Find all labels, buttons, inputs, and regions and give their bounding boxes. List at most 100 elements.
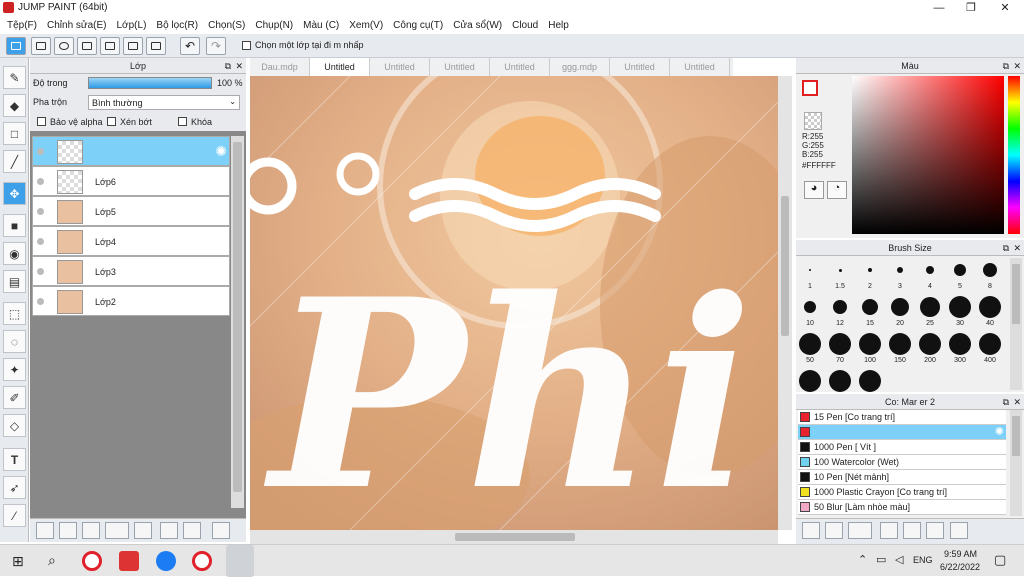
brush-size-dot[interactable] [868, 268, 872, 272]
brush-preset-item[interactable]: 100 Watercolor (Wet) [798, 455, 1006, 470]
tab-untitled[interactable]: Untitled [370, 58, 430, 76]
delete-preset-button[interactable] [950, 522, 968, 539]
scrollbar-thumb[interactable] [1012, 416, 1020, 456]
brush-size-dot[interactable] [949, 296, 971, 318]
app-icon[interactable] [119, 551, 139, 571]
eraser-tool[interactable]: ◆ [3, 94, 26, 117]
maximize-icon[interactable]: ⧉ [1003, 240, 1009, 256]
cloud-button[interactable] [6, 37, 26, 55]
speech-bubble-button[interactable] [54, 37, 74, 55]
menu-color[interactable]: Màu (C) [303, 20, 339, 31]
windows-start-icon[interactable]: ⊞ [12, 553, 24, 570]
import-preset-button[interactable] [880, 522, 898, 539]
brush-size-dot[interactable] [799, 370, 821, 392]
copy-preset-button[interactable] [926, 522, 944, 539]
scrollbar-thumb[interactable] [781, 196, 789, 336]
close-icon[interactable]: ✕ [1013, 58, 1021, 74]
duplicate-layer-button[interactable] [160, 522, 178, 539]
scrollbar-thumb[interactable] [1012, 264, 1020, 324]
visibility-icon[interactable] [37, 268, 44, 275]
gradient-tool[interactable]: ▤ [3, 270, 26, 293]
canvas-vertical-scrollbar[interactable] [778, 76, 792, 530]
brush-size-dot[interactable] [809, 269, 811, 271]
drawing-canvas[interactable]: Phi [250, 76, 778, 530]
search-icon[interactable]: ⌕ [48, 552, 56, 569]
protect-alpha-checkbox[interactable] [37, 117, 46, 126]
hue-slider[interactable] [1008, 76, 1020, 234]
tab-untitled[interactable]: Untitled [430, 58, 490, 76]
layer-item[interactable]: Lớp2 [32, 286, 230, 316]
undo-button[interactable]: ↶ [180, 37, 200, 55]
visibility-icon[interactable] [37, 298, 44, 305]
palette-button[interactable]: ◕ [804, 181, 824, 199]
menu-layer[interactable]: Lớp(L) [117, 20, 147, 31]
gear-icon[interactable]: ✺ [215, 143, 227, 160]
magic-wand-tool[interactable]: ✦ [3, 358, 26, 381]
brush-preset-item[interactable]: 50 Blur [Làm nhòe màu] [798, 500, 1006, 515]
brush-preset-item[interactable]: 1000 Pen [ Vít ] [798, 440, 1006, 455]
minimize-button[interactable]: — [922, 0, 956, 16]
foreground-color-swatch[interactable] [802, 80, 818, 96]
canvas-horizontal-scrollbar[interactable] [250, 530, 778, 544]
brush-size-dot[interactable] [862, 299, 878, 315]
brush-scrollbar[interactable] [1010, 258, 1022, 390]
lock-checkbox[interactable] [178, 117, 187, 126]
scrollbar-thumb[interactable] [233, 142, 242, 492]
rectangle-tool[interactable]: □ [3, 122, 26, 145]
brush-preset-item[interactable]: 10 Pen [Nét mảnh] [798, 470, 1006, 485]
clock-time[interactable]: 9:59 AM [944, 549, 977, 559]
brush-size-dot[interactable] [891, 298, 909, 316]
brush-size-dot[interactable] [859, 370, 881, 392]
brush-size-dot[interactable] [799, 333, 821, 355]
grid-button[interactable] [123, 37, 143, 55]
network-icon[interactable]: ▭ [876, 553, 886, 566]
folder-preset-button[interactable] [903, 522, 921, 539]
blend-select[interactable]: Bình thường ⌄ [88, 95, 240, 110]
brush-size-dot[interactable] [889, 333, 911, 355]
new-preset-button[interactable] [825, 522, 843, 539]
text-tool[interactable]: T [3, 448, 26, 471]
brush-size-dot[interactable] [979, 333, 1001, 355]
new-1bit-layer-button[interactable] [82, 522, 100, 539]
layer-item[interactable]: Lớp5 [32, 196, 230, 226]
brush-size-dot[interactable] [954, 264, 966, 276]
menu-window[interactable]: Cửa sổ(W) [453, 20, 502, 31]
menu-filter[interactable]: Bộ lọc(R) [156, 20, 198, 31]
layer-scrollbar[interactable] [231, 136, 244, 508]
opera-gx-icon[interactable] [192, 551, 212, 571]
rect-select-tool[interactable]: ⬚ [3, 302, 26, 325]
chevron-up-icon[interactable]: ⌃ [858, 553, 867, 566]
visibility-icon[interactable] [37, 238, 44, 245]
select-layer-on-click-option[interactable]: Chọn một lớp tại đi m nhấp [242, 40, 363, 50]
tab-untitled-active[interactable]: Untitled [310, 58, 370, 76]
zalo-icon[interactable] [156, 551, 176, 571]
redo-button[interactable]: ↷ [206, 37, 226, 55]
tab-untitled[interactable]: Untitled [490, 58, 550, 76]
layer-item[interactable]: Lớp6 [32, 166, 230, 196]
layer-item[interactable]: Lớp4 [32, 226, 230, 256]
line-tool[interactable]: ╱ [3, 150, 26, 173]
maximize-icon[interactable]: ⧉ [1003, 58, 1009, 74]
visibility-icon[interactable] [37, 178, 44, 185]
operation-tool[interactable]: ➶ [3, 476, 26, 499]
fill-rect-tool[interactable]: ■ [3, 214, 26, 237]
menu-tools[interactable]: Công cụ(T) [393, 20, 443, 31]
visibility-icon[interactable] [37, 208, 44, 215]
brush-size-dot[interactable] [829, 370, 851, 392]
close-button[interactable]: ✕ [988, 0, 1022, 16]
tab-dau[interactable]: Dau.mdp [250, 58, 310, 76]
export-button[interactable] [31, 37, 51, 55]
clip-checkbox[interactable] [107, 117, 116, 126]
brush-size-dot[interactable] [829, 333, 851, 355]
scrollbar-thumb[interactable] [455, 533, 575, 541]
bucket-tool[interactable]: ◉ [3, 242, 26, 265]
new-8bit-layer-button[interactable] [59, 522, 77, 539]
brush-size-dot[interactable] [919, 333, 941, 355]
brush-preset-item[interactable]: 1000 Plastic Crayon [Co trang trí] [798, 485, 1006, 500]
transparent-swatch[interactable] [804, 112, 822, 130]
marker-scrollbar[interactable] [1010, 410, 1022, 516]
pen-tool[interactable]: ✎ [3, 66, 26, 89]
speaker-icon[interactable]: ◁ [895, 553, 903, 566]
menu-view[interactable]: Xem(V) [349, 20, 383, 31]
menu-capture[interactable]: Chụp(N) [255, 20, 293, 31]
